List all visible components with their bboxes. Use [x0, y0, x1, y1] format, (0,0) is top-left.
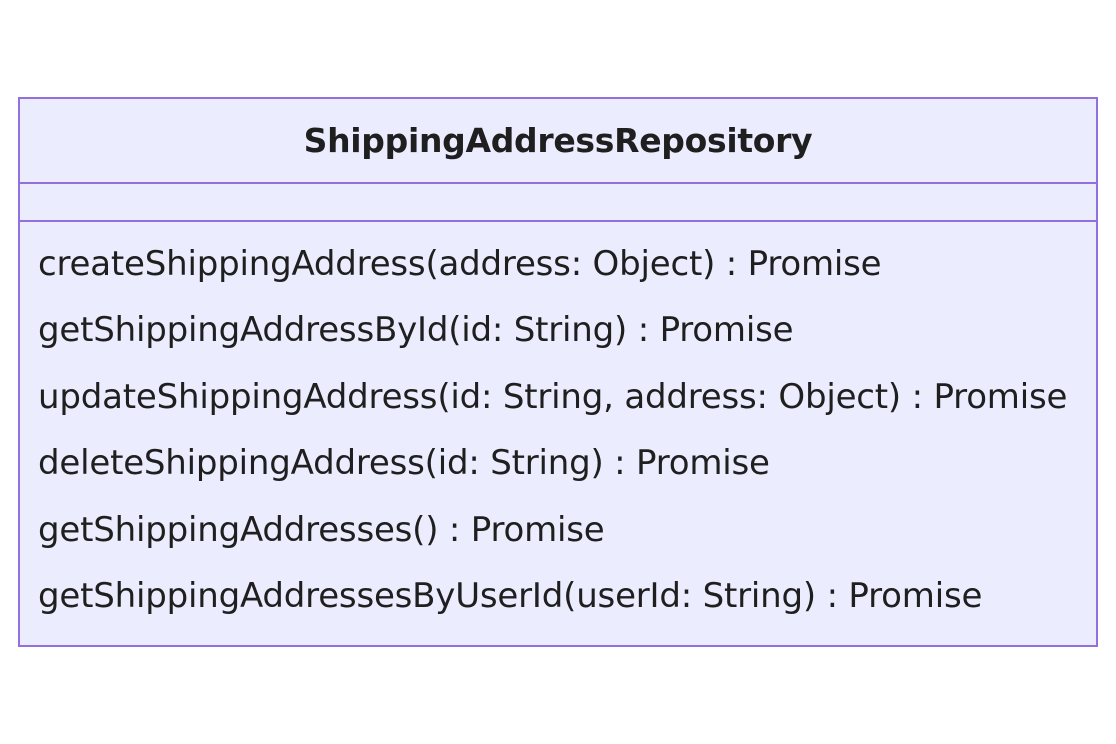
method-get-shipping-addresses-by-user-id: getShippingAddressesByUserId(userId: Str…: [38, 575, 983, 616]
class-attributes-section: [20, 184, 1096, 222]
class-header: ShippingAddressRepository: [20, 99, 1096, 184]
method-update-shipping-address: updateShippingAddress(id: String, addres…: [38, 376, 1068, 417]
method-create-shipping-address: createShippingAddress(address: Object) :…: [38, 244, 882, 284]
uml-class-box: ShippingAddressRepository createShipping…: [18, 97, 1098, 647]
method-get-shipping-addresses: getShippingAddresses() : Promise: [38, 509, 605, 550]
class-methods-section: createShippingAddress(address: Object) :…: [20, 222, 1096, 642]
method-get-shipping-address-by-id: getShippingAddressById(id: String) : Pro…: [38, 310, 794, 351]
method-delete-shipping-address: deleteShippingAddress(id: String) : Prom…: [38, 443, 770, 484]
class-name: ShippingAddressRepository: [303, 121, 813, 160]
